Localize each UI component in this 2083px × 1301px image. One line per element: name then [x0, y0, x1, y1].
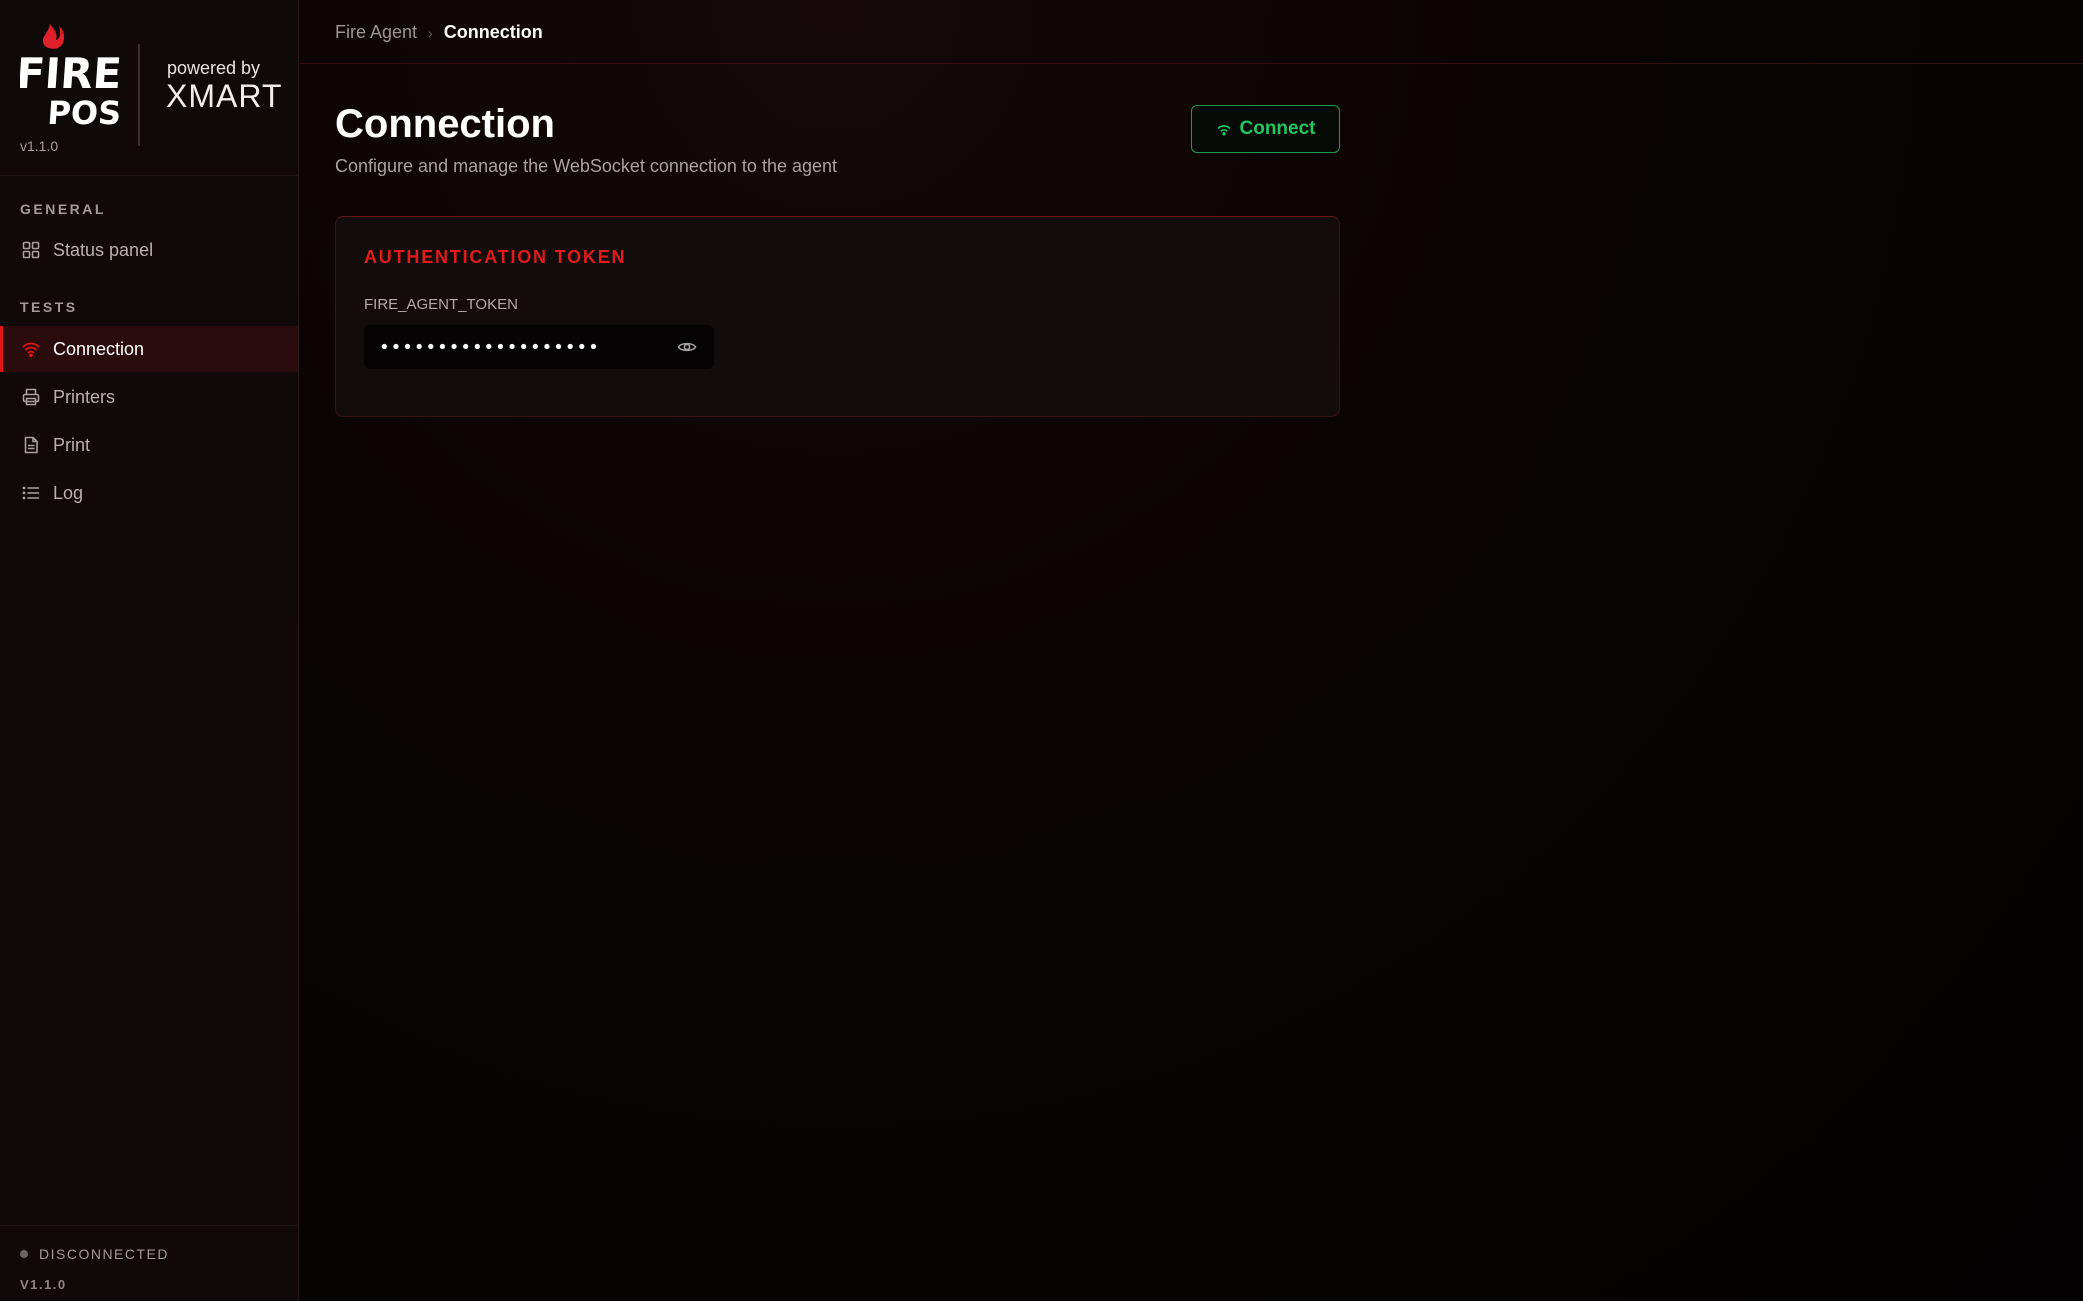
auth-token-card: AUTHENTICATION TOKEN FIRE_AGENT_TOKEN [335, 216, 1340, 417]
sidebar: FIRE POS powered by XMART v1.1.0 GENERAL… [0, 0, 299, 1301]
top-bar: Fire Agent › Connection [300, 0, 2083, 64]
status-text: DISCONNECTED [39, 1246, 170, 1262]
sidebar-item-label: Printers [53, 386, 116, 407]
token-field-label: FIRE_AGENT_TOKEN [364, 296, 518, 313]
sidebar-item-label: Log [53, 482, 84, 503]
grid-icon [22, 241, 40, 259]
page-subtitle: Configure and manage the WebSocket conne… [335, 156, 838, 176]
wifi-icon [1216, 121, 1232, 137]
brand: FIRE POS powered by XMART [20, 20, 290, 146]
sidebar-item-print[interactable]: Print [0, 422, 298, 468]
divider [0, 1225, 298, 1226]
brand-divider [138, 44, 140, 146]
footer-version: V1.1.0 [20, 1277, 67, 1292]
partner-logo: XMART [166, 78, 283, 114]
token-input[interactable] [364, 325, 664, 369]
page-title: Connection [335, 102, 555, 146]
chevron-right-icon: › [428, 24, 433, 41]
svg-text:FIRE: FIRE [20, 49, 120, 98]
app-window: FIRE POS powered by XMART v1.1.0 GENERAL… [0, 0, 2083, 1301]
main-content: Fire Agent › Connection Connection Confi… [300, 0, 2083, 1301]
token-field [364, 325, 714, 369]
status-dot-icon [20, 1250, 28, 1258]
divider [0, 175, 298, 176]
sidebar-item-label: Status panel [53, 239, 154, 260]
printer-icon [22, 388, 40, 406]
svg-text:POS: POS [46, 94, 120, 128]
connect-button-label: Connect [1239, 118, 1316, 139]
fire-pos-logo: FIRE POS [20, 24, 120, 128]
document-icon [22, 436, 40, 454]
sidebar-item-status-panel[interactable]: Status panel [0, 227, 298, 273]
powered-by-label: powered by [167, 58, 261, 78]
sidebar-item-connection[interactable]: Connection [0, 326, 298, 372]
wifi-icon [22, 340, 40, 358]
list-icon [22, 484, 40, 502]
sidebar-item-label: Print [53, 434, 91, 455]
app-version: v1.1.0 [20, 138, 59, 154]
section-label-tests: TESTS [20, 299, 78, 315]
eye-icon[interactable] [677, 338, 697, 356]
connection-status: DISCONNECTED [20, 1246, 169, 1262]
sidebar-item-printers[interactable]: Printers [0, 374, 298, 420]
section-label-general: GENERAL [20, 201, 106, 217]
card-heading: AUTHENTICATION TOKEN [364, 247, 627, 267]
sidebar-item-log[interactable]: Log [0, 470, 298, 516]
breadcrumb: Fire Agent › Connection [335, 22, 543, 43]
breadcrumb-root-link[interactable]: Fire Agent [335, 22, 417, 43]
breadcrumb-current: Connection [443, 22, 543, 42]
connect-button[interactable]: Connect [1191, 105, 1340, 153]
sidebar-item-label: Connection [53, 338, 145, 359]
